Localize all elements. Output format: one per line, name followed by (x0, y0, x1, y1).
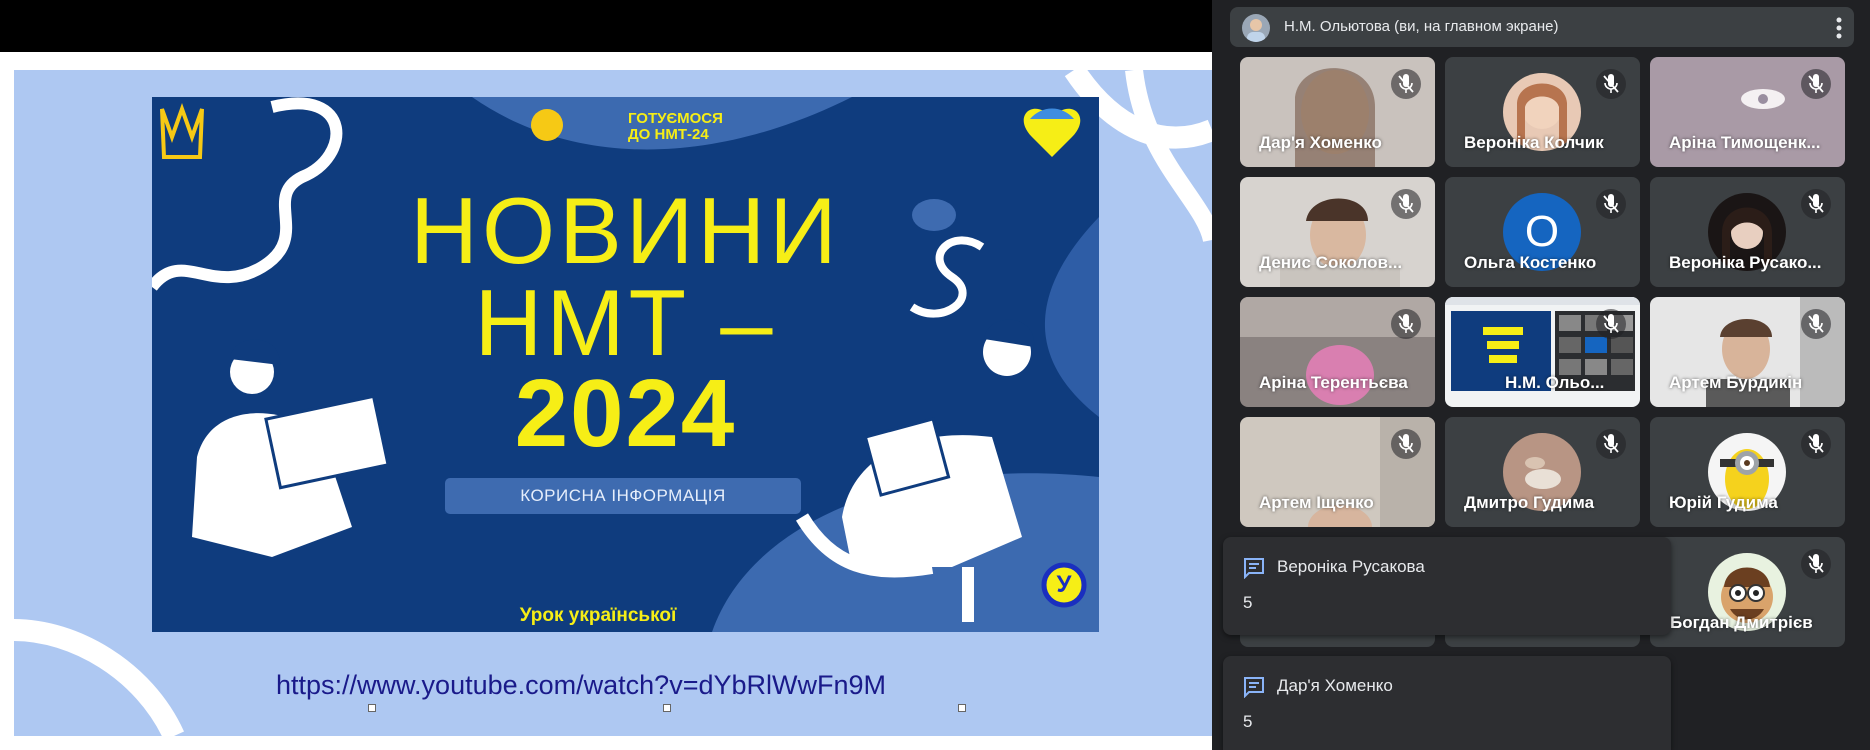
participant-name: Аріна Терентьєва (1259, 373, 1408, 392)
participant-name: Н.М. Ольо... (1505, 373, 1605, 392)
mic-off-icon (1801, 549, 1831, 579)
brand-line-1: ГОТУЄМОСЯ (628, 110, 723, 127)
chat-message-icon (1243, 557, 1265, 580)
participant-tile[interactable]: Артем Іщенко (1240, 417, 1435, 527)
participant-name: Богдан Дмитрієв (1670, 613, 1813, 632)
selection-handle-center[interactable] (663, 704, 671, 712)
participant-name: Денис Соколов... (1259, 253, 1403, 272)
presenter-avatar (1242, 14, 1270, 42)
mic-off-icon (1596, 69, 1626, 99)
chat-notification[interactable]: Вероніка Русакова 5 (1223, 537, 1671, 635)
participant-name: Дар'я Хоменко (1259, 133, 1382, 152)
participant-name: Дмитро Гудима (1464, 493, 1595, 512)
poster-title-line-3: 2024 (514, 360, 737, 467)
participant-tile[interactable]: Денис Соколов... (1240, 177, 1435, 287)
chat-message-icon (1243, 676, 1265, 699)
participant-tile[interactable]: Дмитро Гудима (1445, 417, 1640, 527)
mic-off-icon (1801, 309, 1831, 339)
participant-tile[interactable]: Дар'я Хоменко (1240, 57, 1435, 167)
presenter-bar: Н.М. Ольютова (ви, на главном экране) (1230, 7, 1854, 47)
chat-sender: Вероніка Русакова (1277, 557, 1425, 576)
selection-handle-right[interactable] (958, 704, 966, 712)
poster-footer-text: Урок української (519, 605, 677, 626)
participant-name: Артем Іщенко (1259, 493, 1374, 512)
participant-tile[interactable]: Артем Бурдикін (1650, 297, 1845, 407)
poster-brand-label: ГОТУЄМОСЯ ДО НМТ-24 (582, 111, 762, 151)
chat-message: 5 (1243, 593, 1253, 612)
participant-name: Аріна Тимощенк... (1669, 133, 1821, 152)
mic-off-icon (1596, 189, 1626, 219)
mic-off-icon (1801, 69, 1831, 99)
participant-name: Вероніка Русако... (1669, 253, 1822, 272)
mic-off-icon (1801, 429, 1831, 459)
more-options-icon[interactable] (1830, 15, 1848, 41)
mic-off-icon (1391, 69, 1421, 99)
mic-off-icon (1596, 309, 1626, 339)
participant-tile[interactable]: Юрій Гудима (1650, 417, 1845, 527)
participant-name: Ольга Костенко (1464, 253, 1597, 272)
presenter-label: Н.М. Ольютова (ви, на главном экране) (1284, 18, 1559, 35)
mic-off-icon (1801, 189, 1831, 219)
participant-name: Юрій Гудима (1669, 493, 1778, 512)
chat-notification[interactable]: Дар'я Хоменко 5 (1223, 656, 1671, 750)
participant-tile[interactable]: О Ольга Костенко (1445, 177, 1640, 287)
participant-tile[interactable]: Аріна Терентьєва (1240, 297, 1435, 407)
selection-handle-left[interactable] (368, 704, 376, 712)
screen-share-area: ГОТУЄМОСЯ ДО НМТ-24 НОВИНИ НМТ – 2024 КО… (0, 0, 1212, 750)
mic-off-icon (1391, 189, 1421, 219)
poster-image: ГОТУЄМОСЯ ДО НМТ-24 НОВИНИ НМТ – 2024 КО… (152, 97, 1099, 632)
participant-name: Артем Бурдикін (1669, 373, 1803, 392)
youtube-link[interactable]: https://www.youtube.com/watch?v=dYbRlWwF… (276, 670, 886, 701)
mic-off-icon (1391, 429, 1421, 459)
chat-message: 5 (1243, 712, 1253, 731)
participant-tile[interactable]: Вероніка Русако... (1650, 177, 1845, 287)
chat-sender: Дар'я Хоменко (1277, 676, 1393, 695)
poster-badge-letter: У (1056, 571, 1072, 598)
participant-tile[interactable]: Вероніка Колчик (1445, 57, 1640, 167)
participant-tile[interactable]: Богдан Дмитрієв (1650, 537, 1845, 647)
mic-off-icon (1391, 309, 1421, 339)
participant-tile[interactable]: Н.М. Ольо... (1445, 297, 1640, 407)
poster-info-banner: КОРИСНА ІНФОРМАЦІЯ (445, 478, 801, 514)
brand-line-2: ДО НМТ-24 (628, 126, 709, 143)
participant-name: Вероніка Колчик (1464, 133, 1604, 152)
participant-tile[interactable]: Аріна Тимощенк... (1650, 57, 1845, 167)
mic-off-icon (1596, 429, 1626, 459)
